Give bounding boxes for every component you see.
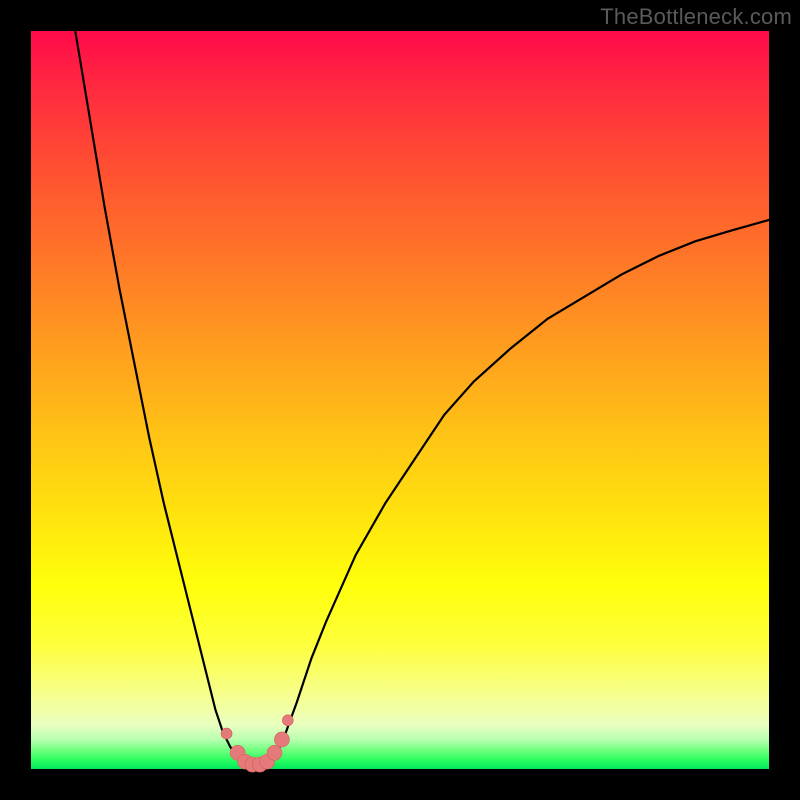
curve-left-branch xyxy=(75,31,237,758)
curve-right-branch xyxy=(282,220,769,743)
chart-svg xyxy=(31,31,769,769)
valley-markers-group xyxy=(221,715,293,772)
curve-layer xyxy=(75,31,769,765)
valley-marker xyxy=(267,745,282,760)
valley-marker xyxy=(221,728,232,739)
chart-frame: TheBottleneck.com xyxy=(0,0,800,800)
valley-marker xyxy=(274,732,289,747)
valley-marker xyxy=(282,715,293,726)
watermark-text: TheBottleneck.com xyxy=(600,4,792,30)
